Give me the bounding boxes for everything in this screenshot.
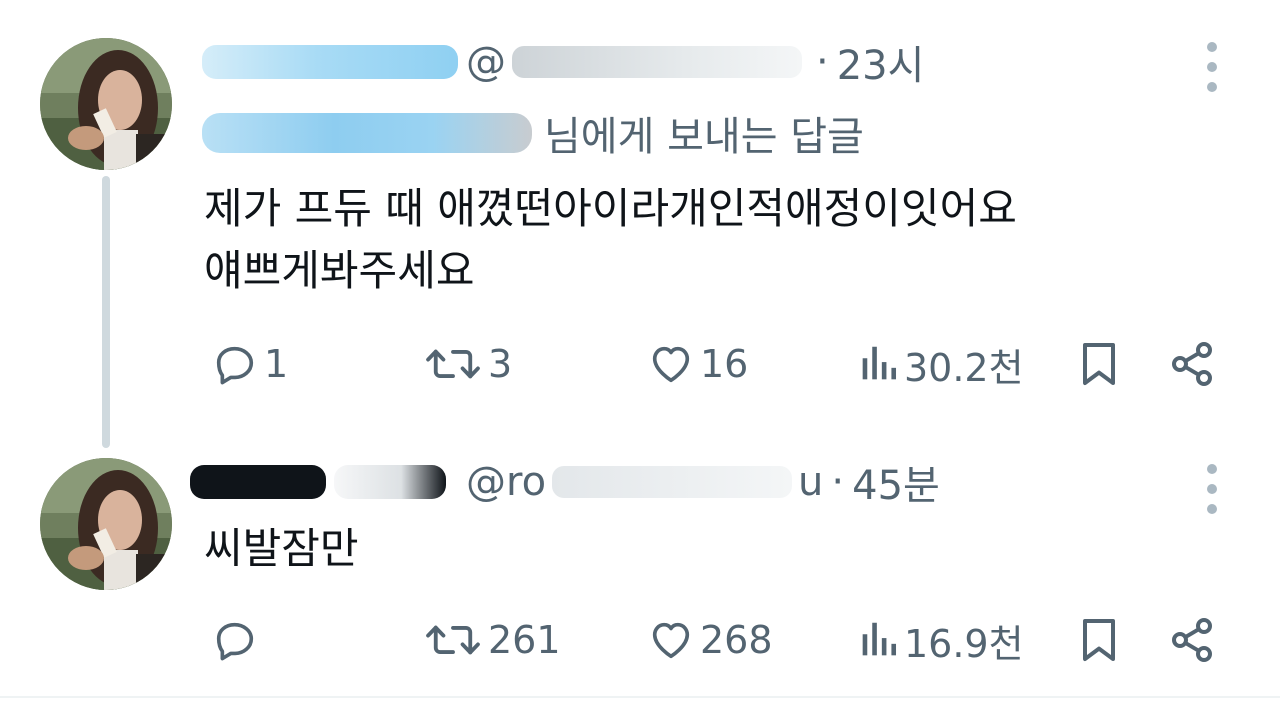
tweet-1[interactable]: @ · 23시 님에게 보내는 답글 제가 프듀 때 애꼈떤아이라개인적애정이잇…: [0, 0, 1280, 440]
tweet-header: @ro u · 45분: [190, 452, 940, 512]
like-button[interactable]: 268: [648, 610, 773, 670]
bottom-divider: [0, 696, 1280, 698]
action-bar: 1 3 16 30.2천: [0, 334, 1280, 394]
display-name-redacted[interactable]: [334, 465, 446, 499]
tweet-2[interactable]: @ro u · 45분 씨발잠만 261 268 16.9천: [0, 440, 1280, 696]
reply-button[interactable]: [212, 610, 264, 670]
reply-button[interactable]: 1: [212, 334, 288, 394]
handle-prefix: @: [466, 39, 506, 85]
separator-dot: ·: [831, 459, 845, 505]
tweet-text: 씨발잠만: [204, 518, 359, 580]
handle-redacted[interactable]: [552, 466, 793, 498]
tweet-text-line: 얘쁘게봐주세요: [204, 246, 475, 295]
views-icon: [862, 346, 897, 380]
reply-count: 1: [264, 342, 289, 386]
like-button[interactable]: 16: [648, 334, 748, 394]
views-count: 16.9천: [904, 621, 1024, 666]
views-button[interactable]: 16.9천: [858, 610, 1024, 670]
handle-redacted[interactable]: [512, 46, 802, 78]
reply-icon: [216, 622, 254, 661]
retweet-count: 3: [488, 342, 513, 386]
avatar[interactable]: [40, 458, 172, 590]
tweet-text-line: 제가 프듀 때 애꼈떤아이라개인적애정이잇어요: [204, 184, 1017, 233]
retweet-icon: [426, 349, 480, 379]
tweet-text: 제가 프듀 때 애꼈떤아이라개인적애정이잇어요 얘쁘게봐주세요: [204, 178, 1017, 302]
more-icon[interactable]: [1204, 42, 1220, 94]
views-button[interactable]: 30.2천: [858, 334, 1024, 394]
display-name-redacted[interactable]: [190, 465, 326, 499]
retweet-button[interactable]: 3: [424, 334, 512, 394]
timestamp[interactable]: 23시: [837, 33, 925, 91]
reply-context: 님에게 보내는 답글: [202, 104, 864, 162]
like-icon: [652, 346, 690, 383]
views-icon: [862, 622, 897, 656]
retweet-count: 261: [488, 618, 561, 662]
bookmark-icon: [1083, 619, 1115, 661]
reply-to-label: 님에게 보내는 답글: [544, 114, 864, 160]
display-name-redacted[interactable]: [202, 45, 458, 79]
tweet-text-line: 씨발잠만: [204, 524, 359, 573]
reply-icon: [216, 346, 254, 385]
action-bar: 261 268 16.9천: [0, 610, 1280, 670]
share-button[interactable]: [1168, 610, 1216, 670]
like-icon: [652, 622, 690, 659]
retweet-button[interactable]: 261: [424, 610, 561, 670]
more-icon[interactable]: [1204, 464, 1220, 516]
separator-dot: ·: [816, 39, 829, 85]
mention-redacted[interactable]: [202, 113, 532, 153]
like-count: 16: [700, 342, 749, 386]
share-icon: [1172, 342, 1212, 386]
bookmark-button[interactable]: [1078, 610, 1120, 670]
share-button[interactable]: [1168, 334, 1216, 394]
like-count: 268: [700, 618, 773, 662]
bookmark-button[interactable]: [1078, 334, 1120, 394]
bookmark-icon: [1083, 343, 1115, 385]
retweet-icon: [426, 625, 480, 655]
views-count: 30.2천: [904, 345, 1024, 390]
share-icon: [1172, 618, 1212, 662]
handle-prefix: @ro: [466, 459, 547, 505]
avatar[interactable]: [40, 38, 172, 170]
tweet-header: @ · 23시: [202, 32, 924, 92]
handle-suffix: u: [798, 459, 824, 505]
timestamp[interactable]: 45분: [852, 453, 940, 511]
